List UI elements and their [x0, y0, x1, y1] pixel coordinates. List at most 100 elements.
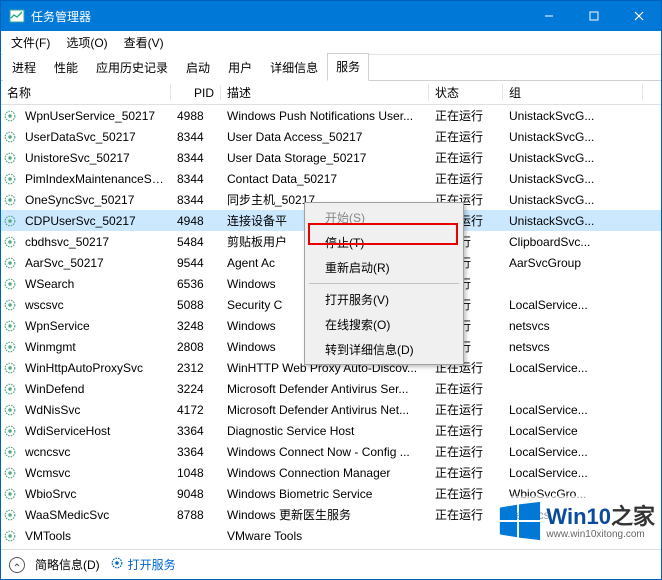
- expand-icon[interactable]: [9, 557, 25, 573]
- cell-group: UnistackSvcG...: [503, 172, 643, 186]
- open-services-link[interactable]: 打开服务: [110, 556, 176, 573]
- titlebar[interactable]: 任务管理器: [1, 1, 661, 31]
- menu-options[interactable]: 选项(O): [60, 32, 113, 53]
- ctx-separator: [309, 283, 459, 284]
- gear-icon: [1, 382, 19, 396]
- cell-name: WdNisSvc: [19, 403, 171, 417]
- context-menu: 开始(S) 停止(T) 重新启动(R) 打开服务(V) 在线搜索(O) 转到详细…: [304, 202, 464, 365]
- table-row[interactable]: PimIndexMaintenanceSv...8344Contact Data…: [1, 168, 661, 189]
- table-row[interactable]: UserDataSvc_502178344User Data Access_50…: [1, 126, 661, 147]
- cell-status: 正在运行: [429, 107, 503, 124]
- app-icon: [9, 8, 25, 24]
- gear-icon: [1, 424, 19, 438]
- table-row[interactable]: WpnUserService_502174988Windows Push Not…: [1, 105, 661, 126]
- cell-status: 正在运行: [429, 128, 503, 145]
- cell-group: LocalService...: [503, 466, 643, 480]
- cell-status: 正在运行: [429, 401, 503, 418]
- gear-icon: [1, 214, 19, 228]
- cell-pid: 4172: [171, 403, 221, 417]
- cell-desc: Windows 更新医生服务: [221, 506, 429, 523]
- cell-status: 正在运行: [429, 149, 503, 166]
- tab-2[interactable]: 应用历史记录: [87, 54, 177, 81]
- cell-name: VMTools: [19, 529, 171, 543]
- cell-group: LocalService...: [503, 445, 643, 459]
- gear-icon: [110, 556, 124, 573]
- cell-group: UnistackSvcG...: [503, 109, 643, 123]
- windows-logo-icon: [496, 498, 542, 547]
- header-name[interactable]: 名称: [1, 84, 171, 101]
- cell-group: UnistackSvcG...: [503, 151, 643, 165]
- cell-name: WdiServiceHost: [19, 424, 171, 438]
- header-group[interactable]: 组: [503, 84, 643, 101]
- ctx-stop[interactable]: 停止(T): [307, 230, 461, 255]
- menu-file[interactable]: 文件(F): [5, 32, 56, 53]
- close-button[interactable]: [616, 1, 661, 31]
- cell-name: WinDefend: [19, 382, 171, 396]
- menu-view[interactable]: 查看(V): [118, 32, 170, 53]
- gear-icon: [1, 151, 19, 165]
- tab-6[interactable]: 服务: [327, 53, 369, 81]
- gear-icon: [1, 445, 19, 459]
- gear-icon: [1, 277, 19, 291]
- tab-3[interactable]: 启动: [177, 54, 219, 81]
- tab-4[interactable]: 用户: [219, 54, 261, 81]
- cell-pid: 8344: [171, 130, 221, 144]
- cell-name: Wcmsvc: [19, 466, 171, 480]
- gear-icon: [1, 487, 19, 501]
- cell-pid: 3224: [171, 382, 221, 396]
- header-desc[interactable]: 描述: [221, 84, 429, 101]
- brief-info-link[interactable]: 简略信息(D): [35, 556, 100, 573]
- table-row[interactable]: WdNisSvc4172Microsoft Defender Antivirus…: [1, 399, 661, 420]
- gear-icon: [1, 256, 19, 270]
- ctx-goto-details[interactable]: 转到详细信息(D): [307, 337, 461, 362]
- ctx-restart[interactable]: 重新启动(R): [307, 255, 461, 280]
- gear-icon: [1, 193, 19, 207]
- cell-name: WbioSrvc: [19, 487, 171, 501]
- cell-name: WpnService: [19, 319, 171, 333]
- ctx-start: 开始(S): [307, 205, 461, 230]
- cell-desc: User Data Storage_50217: [221, 151, 429, 165]
- table-row[interactable]: WdiServiceHost3364Diagnostic Service Hos…: [1, 420, 661, 441]
- tab-1[interactable]: 性能: [45, 54, 87, 81]
- cell-name: UserDataSvc_50217: [19, 130, 171, 144]
- cell-name: WpnUserService_50217: [19, 109, 171, 123]
- tab-5[interactable]: 详细信息: [261, 54, 327, 81]
- cell-pid: 3364: [171, 445, 221, 459]
- cell-pid: 4988: [171, 109, 221, 123]
- cell-group: UnistackSvcG...: [503, 130, 643, 144]
- cell-name: WaaSMedicSvc: [19, 508, 171, 522]
- ctx-open-services[interactable]: 打开服务(V): [307, 287, 461, 312]
- cell-group: LocalService...: [503, 298, 643, 312]
- cell-pid: 8788: [171, 508, 221, 522]
- statusbar: 简略信息(D) 打开服务: [1, 549, 661, 579]
- cell-name: cbdhsvc_50217: [19, 235, 171, 249]
- cell-status: 正在运行: [429, 170, 503, 187]
- gear-icon: [1, 466, 19, 480]
- table-row[interactable]: UnistoreSvc_502178344User Data Storage_5…: [1, 147, 661, 168]
- cell-group: netsvcs: [503, 319, 643, 333]
- window-title: 任务管理器: [31, 8, 526, 25]
- table-row[interactable]: WinDefend3224Microsoft Defender Antiviru…: [1, 378, 661, 399]
- cell-group: LocalService...: [503, 361, 643, 375]
- ctx-search-online[interactable]: 在线搜索(O): [307, 312, 461, 337]
- watermark: Win10之家 www.win10xitong.com: [492, 496, 659, 549]
- header-status[interactable]: 状态: [429, 84, 503, 101]
- minimize-button[interactable]: [526, 1, 571, 31]
- cell-name: wscsvc: [19, 298, 171, 312]
- cell-desc: Windows Push Notifications User...: [221, 109, 429, 123]
- header-pid[interactable]: PID: [171, 86, 221, 100]
- table-row[interactable]: Wcmsvc1048Windows Connection Manager正在运行…: [1, 462, 661, 483]
- cell-name: OneSyncSvc_50217: [19, 193, 171, 207]
- gear-icon: [1, 109, 19, 123]
- cell-desc: VMware Tools: [221, 529, 429, 543]
- gear-icon: [1, 298, 19, 312]
- gear-icon: [1, 340, 19, 354]
- gear-icon: [1, 172, 19, 186]
- table-row[interactable]: wcncsvc3364Windows Connect Now - Config …: [1, 441, 661, 462]
- cell-desc: Microsoft Defender Antivirus Net...: [221, 403, 429, 417]
- maximize-button[interactable]: [571, 1, 616, 31]
- cell-name: WSearch: [19, 277, 171, 291]
- tab-0[interactable]: 进程: [3, 54, 45, 81]
- cell-name: Winmgmt: [19, 340, 171, 354]
- gear-icon: [1, 529, 19, 543]
